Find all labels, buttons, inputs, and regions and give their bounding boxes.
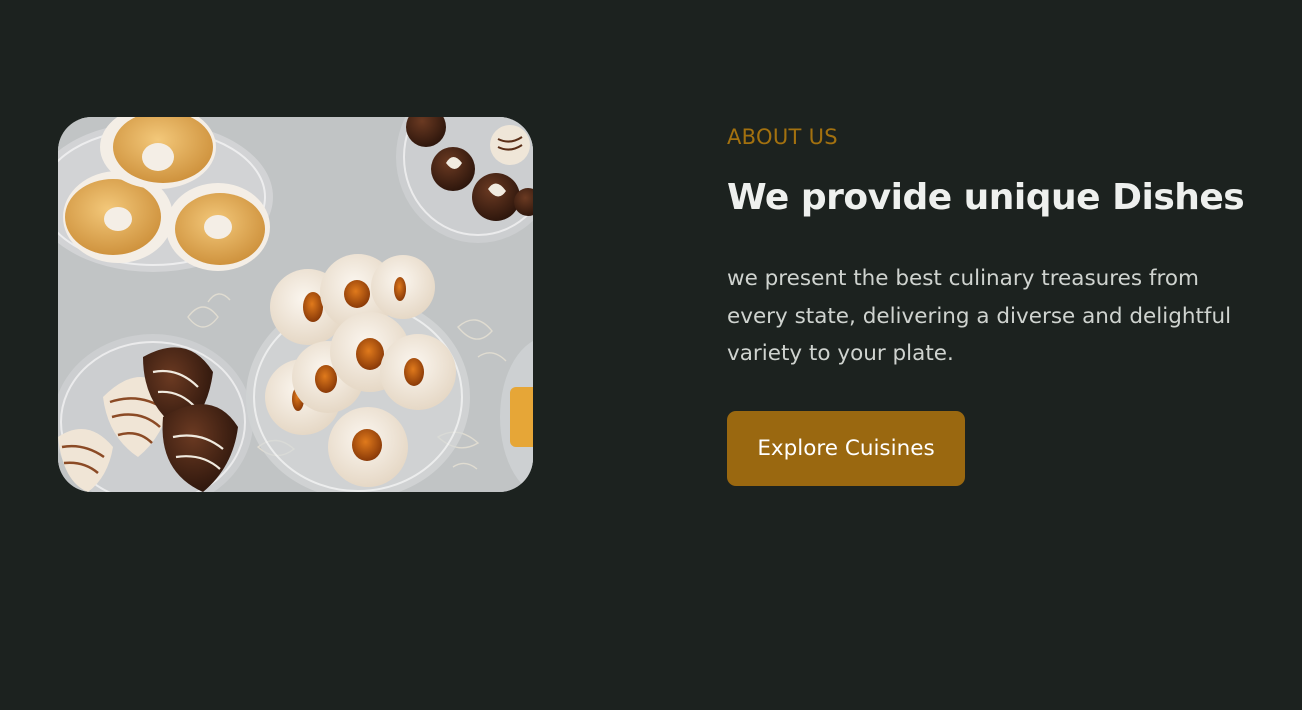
section-description: we present the best culinary treasures f… bbox=[727, 266, 1232, 366]
section-eyebrow: ABOUT US bbox=[727, 125, 838, 149]
section-heading: We provide unique Dishes bbox=[727, 177, 1245, 218]
about-content: ABOUT US We provide unique Dishes we pre… bbox=[727, 122, 1267, 486]
about-section: ABOUT US We provide unique Dishes we pre… bbox=[0, 0, 1302, 710]
explore-cuisines-button[interactable]: Explore Cuisines bbox=[727, 410, 965, 486]
dishes-photo bbox=[58, 117, 533, 492]
